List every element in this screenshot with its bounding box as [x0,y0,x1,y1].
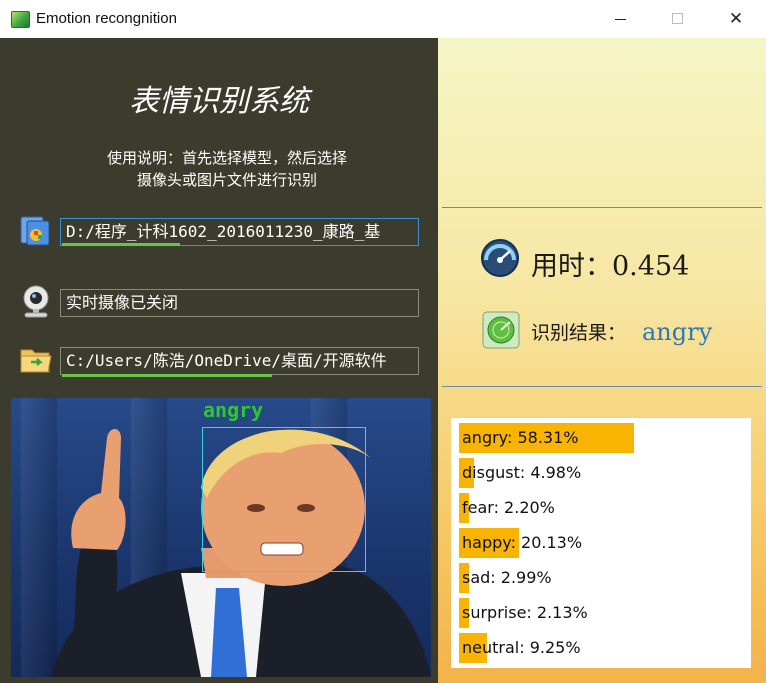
image-progress-underline [62,374,272,377]
elapsed-time: 用时：0.454 [531,251,690,282]
model-progress-underline [62,243,180,246]
detection-image: angry [11,398,431,677]
open-folder-icon[interactable] [19,342,53,376]
title-bar: Emotion recongnition ✕ [0,0,766,38]
image-path-field[interactable]: C:/Users/陈浩/OneDrive/桌面/开源软件 [60,347,419,375]
face-detection-box [202,427,366,572]
probability-row-happy: happy: 20.13% [459,528,749,558]
probability-row-angry: angry: 58.31% [459,423,749,453]
instructions-line-2: 摄像头或图片文件进行识别 [136,171,317,189]
probability-label-disgust: disgust: 4.98% [462,463,582,482]
probability-row-fear: fear: 2.20% [459,493,749,523]
probability-label-sad: sad: 2.99% [462,568,552,587]
radar-icon [482,311,520,349]
model-path-field[interactable]: D:/程序_计科1602_2016011230_康路_基 [60,218,419,246]
probability-row-surprise: surprise: 2.13% [459,598,749,628]
probability-label-neutral: neutral: 9.25% [462,638,581,657]
probability-label-fear: fear: 2.20% [462,498,555,517]
face-detection-label: angry [203,398,264,422]
probability-label-happy: happy: 20.13% [462,533,583,552]
probability-panel: angry: 58.31% disgust: 4.98% fear: 2.20% ha… [451,418,751,668]
divider-bottom [442,386,762,387]
probability-label-angry: angry: 58.31% [462,428,579,447]
webcam-icon[interactable] [19,284,53,318]
window-title: Emotion recongnition [36,10,177,27]
probability-row-neutral: neutral: 9.25% [459,633,749,663]
minimize-button[interactable] [611,9,631,29]
result-value: angry [642,318,713,346]
close-button[interactable]: ✕ [726,9,746,29]
instructions: 使用说明：首先选择模型，然后选择 摄像头或图片文件进行识别 [0,147,454,191]
app-icon [11,11,30,28]
instructions-line-1: 使用说明：首先选择模型，然后选择 [106,149,347,167]
result-label: 识别结果： [531,322,627,344]
probability-label-surprise: surprise: 2.13% [462,603,588,622]
probability-row-sad: sad: 2.99% [459,563,749,593]
speedometer-icon [480,238,520,278]
system-title: 表情识别系统 [129,84,309,119]
probability-row-disgust: disgust: 4.98% [459,458,749,488]
maximize-button[interactable] [668,9,688,29]
folder-windows-icon[interactable] [18,213,52,247]
divider-top [442,207,762,208]
camera-status-field[interactable]: 实时摄像已关闭 [60,289,419,317]
